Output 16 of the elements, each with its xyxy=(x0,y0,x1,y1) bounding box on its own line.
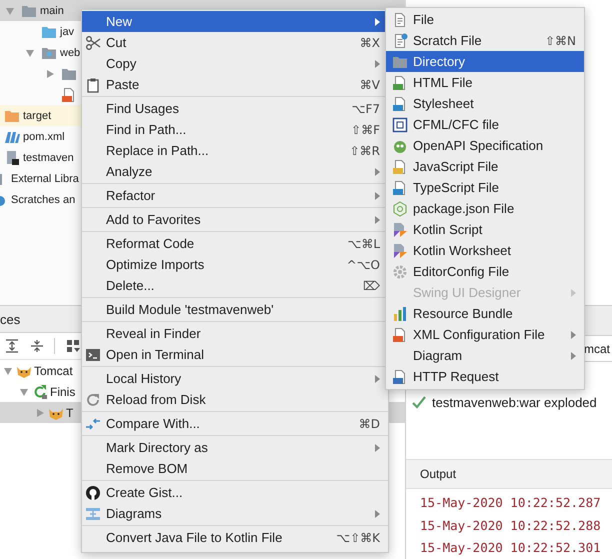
shortcut-label: ⌥⇧⌘K xyxy=(336,530,380,544)
shortcut-label: ⌦ xyxy=(363,278,380,292)
shortcut-label: ⌘D xyxy=(358,416,380,430)
shortcut-label: ⇧⌘F xyxy=(351,122,380,136)
shortcut-label: ⌥⌘L xyxy=(347,236,380,250)
log-line: 15-May-2020 10:22:52.301 xyxy=(420,539,602,557)
output-title: Output xyxy=(420,467,456,481)
shortcut-label: ^⌥O xyxy=(346,258,380,272)
log-line: 15-May-2020 10:22:52.287 xyxy=(420,494,602,512)
shortcut-label: ⇧⌘R xyxy=(350,144,380,158)
shortcut-label: ⌘X xyxy=(360,36,380,50)
shortcut-label: ⌘V xyxy=(360,78,380,92)
panel-title: ces xyxy=(0,312,20,326)
log-line: 15-May-2020 10:22:52.288 xyxy=(420,516,602,535)
shortcut-label: ⇧⌘N xyxy=(544,34,576,48)
shortcut-label: ⌥F7 xyxy=(352,102,380,116)
